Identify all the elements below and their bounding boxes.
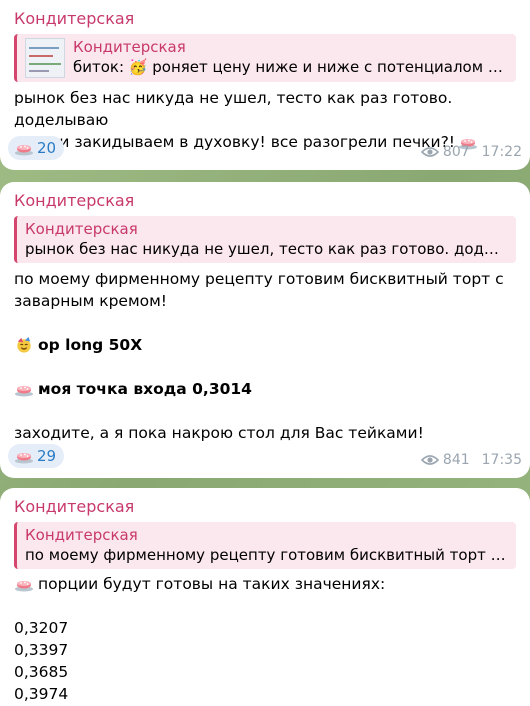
reply-text: биток: 🥳 роняет цену ниже и ниже с потен… [73,58,506,76]
message-line: 0,3685 [14,663,69,681]
message-line: рынок без нас никуда не ушел, тесто как … [14,89,453,129]
message-text: порции будут готовы на таких значениях: … [14,573,516,705]
message-footer: 20 807 17:22 [8,136,522,162]
reply-quote[interactable]: Кондитерская по моему фирменному рецепту… [14,522,516,569]
reply-sender: Кондитерская [73,38,186,56]
view-count: 841 [442,452,470,468]
message-line: заходите, а я пока накрою стол для Вас т… [14,424,424,442]
reaction-button[interactable]: 20 [8,136,65,160]
eye-icon [420,147,439,157]
message: Кондитерская Кондитерская биток: 🥳 роняе… [0,0,530,170]
cake-icon [15,581,33,592]
message-meta: 841 17:35 [420,452,522,468]
message: Кондитерская Кондитерская по моему фирме… [0,488,530,706]
cake-icon [15,386,33,397]
reply-thumbnail [25,38,65,78]
reply-sender: Кондитерская [25,220,138,238]
message-line: 0,3974 [14,685,69,703]
message-footer: 29 841 17:35 [8,444,522,470]
eye-icon [420,455,439,465]
reply-text: рынок без нас никуда не ушел, тесто как … [25,240,506,258]
message-line: 0,3207 [14,619,69,637]
message-time: 17:35 [481,452,522,468]
message-line: заварным кремом! [14,292,168,310]
message-time: 17:22 [481,144,522,160]
view-count: 807 [442,144,470,160]
message-line-with-emoji: моя точка входа 0,3014 [14,378,516,400]
reaction-button[interactable]: 29 [8,444,65,468]
message-line: по моему фирменному рецепту готовим биск… [14,270,504,288]
message-sender[interactable]: Кондитерская [14,190,516,212]
reply-text: по моему фирменному рецепту готовим биск… [25,546,506,564]
reaction-count: 29 [37,447,57,465]
message-meta: 807 17:22 [420,144,522,160]
message: Кондитерская Кондитерская рынок без нас … [0,182,530,478]
cake-icon [15,145,33,156]
reply-quote[interactable]: Кондитерская биток: 🥳 роняет цену ниже и… [14,34,516,82]
message-text: по моему фирменному рецепту готовим биск… [14,268,516,444]
message-line-with-emoji: op long 50X [14,334,516,356]
reply-sender: Кондитерская [25,526,138,544]
message-line: 0,3397 [14,641,69,659]
message-sender[interactable]: Кондитерская [14,496,516,518]
reply-quote[interactable]: Кондитерская рынок без нас никуда не уше… [14,216,516,263]
reaction-count: 20 [37,139,57,157]
party-face-icon [17,337,31,353]
message-sender[interactable]: Кондитерская [14,8,516,30]
message-line-with-emoji: порции будут готовы на таких значениях: [14,573,516,595]
cake-icon [15,453,33,464]
